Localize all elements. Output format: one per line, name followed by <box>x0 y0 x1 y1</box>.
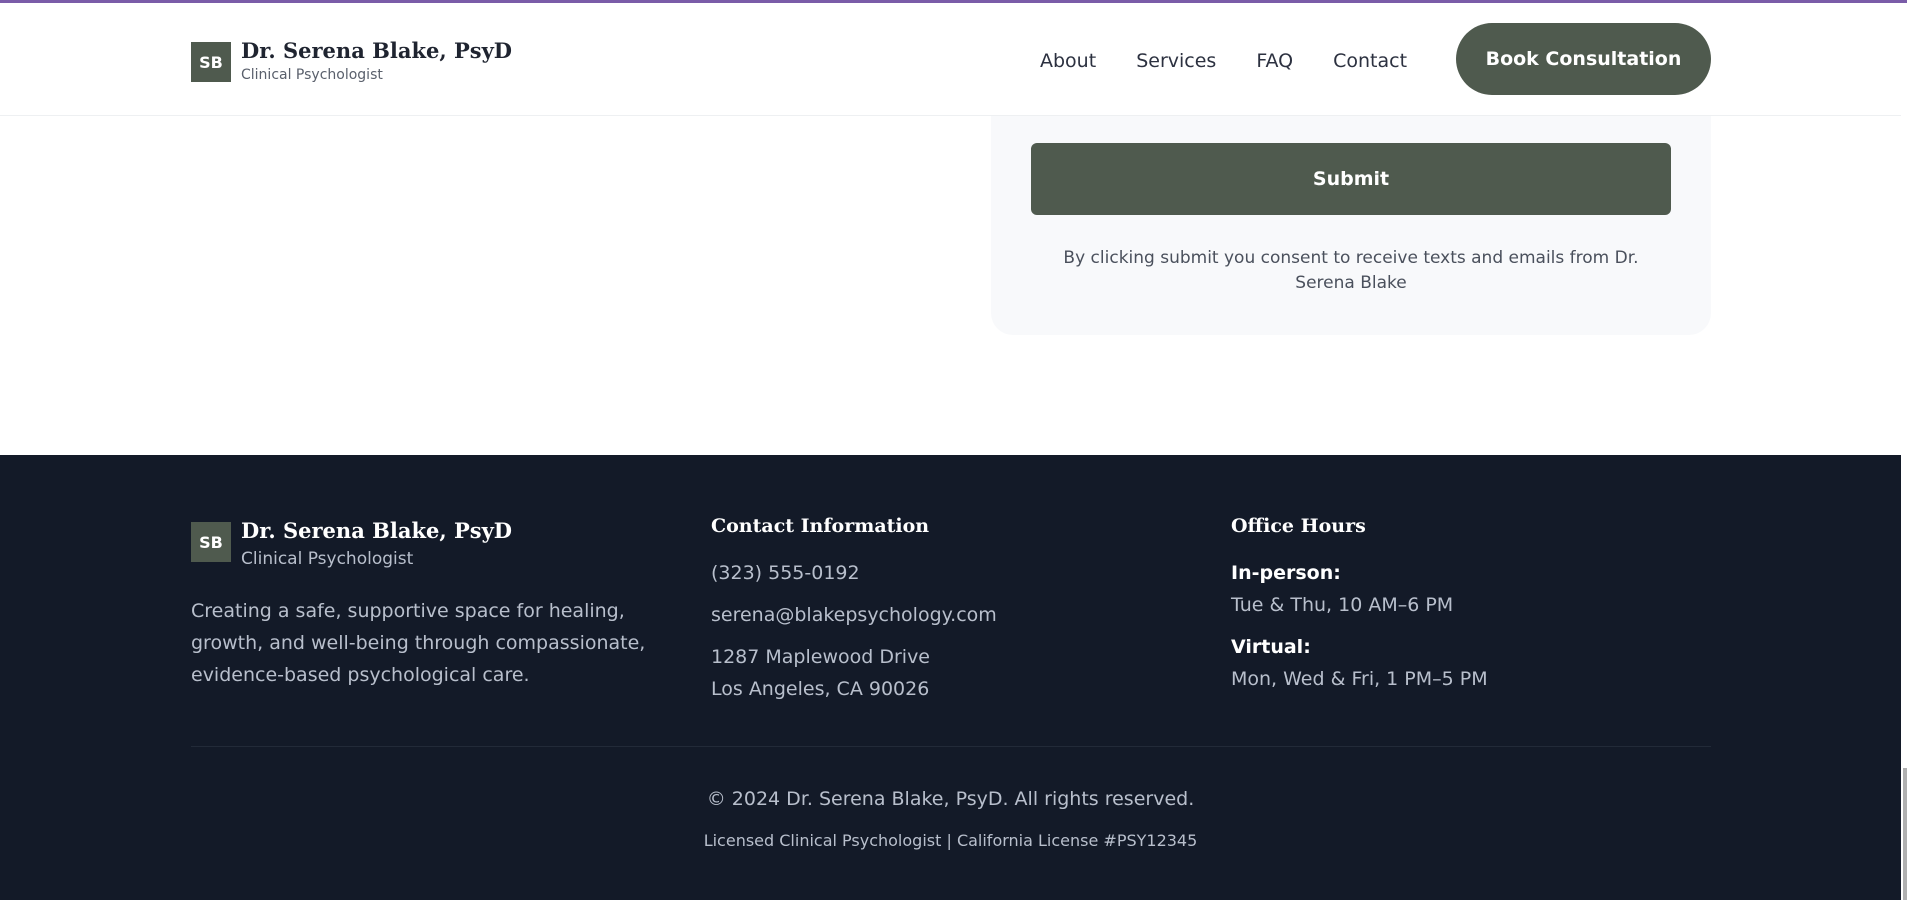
main-nav: About Services FAQ Contact <box>1040 49 1407 73</box>
submit-button[interactable]: Submit <box>1031 143 1671 215</box>
virtual-hours: Mon, Wed & Fri, 1 PM–5 PM <box>1231 668 1488 690</box>
brand-name: Dr. Serena Blake, PsyD <box>241 38 513 63</box>
contact-info: Contact Information (323) 555-0192 seren… <box>711 515 997 705</box>
contact-phone[interactable]: (323) 555-0192 <box>711 557 997 589</box>
nav-services[interactable]: Services <box>1136 49 1216 73</box>
contact-title: Contact Information <box>711 515 930 537</box>
contact-address-line1: 1287 Maplewood Drive <box>711 646 931 668</box>
footer-logo-badge: SB <box>191 522 231 562</box>
nav-faq[interactable]: FAQ <box>1256 49 1293 73</box>
virtual-label: Virtual: <box>1231 636 1311 658</box>
brand[interactable]: SB Dr. Serena Blake, PsyD Clinical Psych… <box>191 37 512 83</box>
logo-badge: SB <box>191 42 231 82</box>
scrollbar-thumb[interactable] <box>1903 768 1907 900</box>
inperson-hours: Tue & Thu, 10 AM–6 PM <box>1231 594 1454 616</box>
license-text: Licensed Clinical Psychologist | Califor… <box>703 831 1198 850</box>
site-header: SB Dr. Serena Blake, PsyD Clinical Psych… <box>0 3 1901 116</box>
footer-description: Creating a safe, supportive space for he… <box>191 600 646 686</box>
brand-subtitle: Clinical Psychologist <box>241 67 383 83</box>
contact-email[interactable]: serena@blakepsychology.com <box>711 599 997 631</box>
footer-divider <box>191 746 1711 747</box>
hours-title: Office Hours <box>1231 515 1366 537</box>
copyright: © 2024 Dr. Serena Blake, PsyD. All right… <box>706 788 1195 810</box>
nav-contact[interactable]: Contact <box>1333 49 1407 73</box>
consent-text: By clicking submit you consent to receiv… <box>1063 248 1639 293</box>
inperson-label: In-person: <box>1231 562 1341 584</box>
office-hours: Office Hours In-person: Tue & Thu, 10 AM… <box>1231 515 1488 695</box>
footer-brand-name: Dr. Serena Blake, PsyD <box>241 518 513 543</box>
footer-brand-subtitle: Clinical Psychologist <box>241 549 414 569</box>
site-footer: SB Dr. Serena Blake, PsyD Clinical Psych… <box>0 455 1901 900</box>
footer-brand: SB Dr. Serena Blake, PsyD Clinical Psych… <box>191 517 512 569</box>
book-consultation-button[interactable]: Book Consultation <box>1456 23 1711 95</box>
brand-text: Dr. Serena Blake, PsyD Clinical Psycholo… <box>241 37 512 83</box>
nav-about[interactable]: About <box>1040 49 1096 73</box>
contact-address-line2: Los Angeles, CA 90026 <box>711 678 930 700</box>
